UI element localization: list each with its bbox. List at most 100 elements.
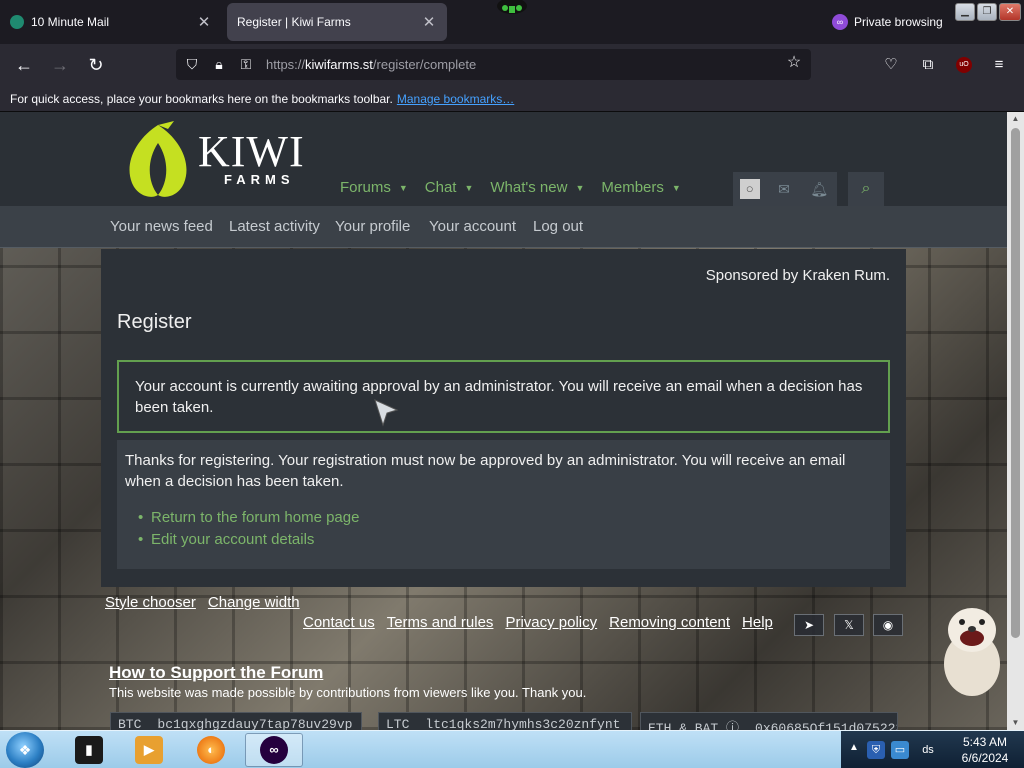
telegram-icon[interactable]: ➤ [794, 614, 824, 636]
nav-label: Members [601, 179, 664, 196]
subnav-your-profile[interactable]: Your profile [335, 218, 410, 235]
help-link[interactable]: Help [742, 614, 773, 631]
window-controls: ▁ ❐ ✕ [955, 3, 1021, 21]
footer-links: Contact us Terms and rules Privacy policy R… [303, 614, 785, 631]
monitor-icon[interactable]: ▭ [891, 741, 909, 759]
ltc-address[interactable]: LTC ltc1qks2m7hymhs3c20znfynt [378, 712, 632, 730]
main-content: Sponsored by Kraken Rum. Register Your a… [101, 249, 906, 587]
start-button[interactable]: ❖ [6, 732, 44, 768]
bell-icon[interactable]: 🔔︎ [808, 178, 830, 200]
manage-bookmarks-link[interactable]: Manage bookmarks… [397, 92, 514, 106]
url-domain: kiwifarms.st [305, 57, 373, 72]
registration-message: Thanks for registering. Your registratio… [125, 452, 846, 490]
privacy-link[interactable]: Privacy policy [505, 614, 597, 631]
clock-time: 5:43 AM [962, 735, 1008, 749]
taskbar-media-player-app[interactable]: ▶ [120, 733, 178, 767]
address-bar[interactable]: ⛉ 🔒︎ ⚿ https://kiwifarms.st/register/com… [176, 49, 811, 80]
system-clock[interactable]: 5:43 AM 6/6/2024 [946, 734, 1024, 766]
nav-forums[interactable]: Forums ▼ [340, 179, 408, 196]
ublock-origin-icon[interactable]: uO [956, 57, 972, 73]
site-header: KIWI FARMS Forums ▼ Chat ▼ What's new ▼ Mem… [0, 112, 1007, 206]
bookmarks-hint: For quick access, place your bookmarks h… [10, 92, 393, 106]
search-icon[interactable]: ⌕ [848, 172, 884, 206]
extensions-puzzle-icon[interactable]: ⧉ [917, 54, 939, 76]
envelope-icon[interactable]: ✉ [773, 178, 795, 200]
close-window-button[interactable]: ✕ [999, 3, 1021, 21]
next-steps-list: Return to the forum home page Edit your … [125, 507, 882, 550]
chevron-down-icon[interactable]: ▼ [575, 183, 584, 193]
crypto-address: bc1qxghgzdauy7tap78uv29vp [157, 717, 353, 730]
url-path: /register/complete [372, 57, 477, 72]
crypto-label: ETH & BAT ⓘ [648, 721, 740, 730]
subnav-latest-activity[interactable]: Latest activity [229, 218, 320, 235]
tab-title: 10 Minute Mail [31, 15, 110, 29]
registration-message-block: Thanks for registering. Your registratio… [117, 440, 890, 569]
key-icon[interactable]: ⚿ [237, 55, 255, 73]
scrollbar-thumb[interactable] [1011, 128, 1020, 638]
subnav-your-account[interactable]: Your account [429, 218, 516, 235]
taskbar-firefox-app[interactable]: ◐ [182, 733, 240, 767]
account-icons: ○ ✉ 🔔︎ [733, 172, 837, 206]
page-scrollbar[interactable]: ▲ ▼ [1007, 112, 1024, 730]
avatar-icon[interactable]: ○ [739, 179, 760, 199]
chevron-down-icon[interactable]: ▼ [672, 183, 681, 193]
windows-taskbar: ❖ ▮ ▶ ◐ ∞ ▲ ⛨ ▭ ds 5:43 AM 6/6/2024 [0, 730, 1024, 768]
return-home-link[interactable]: Return to the forum home page [138, 507, 882, 528]
tab-register-kiwi-farms[interactable]: Register | Kiwi Farms ✕ [227, 3, 447, 41]
tab-title: Register | Kiwi Farms [237, 15, 351, 29]
shield-icon[interactable]: ⛨ [867, 741, 885, 759]
taskbar-firefox-private-app[interactable]: ∞ [245, 733, 303, 767]
close-tab-icon[interactable]: ✕ [196, 13, 212, 31]
support-title[interactable]: How to Support the Forum [109, 663, 323, 683]
logo-wordmark[interactable]: KIWI [198, 130, 305, 174]
nav-members[interactable]: Members ▼ [601, 179, 680, 196]
contact-us-link[interactable]: Contact us [303, 614, 375, 631]
scroll-down-icon[interactable]: ▼ [1007, 716, 1024, 730]
kiwi-logo-icon[interactable] [122, 121, 194, 199]
lock-icon[interactable]: 🔒︎ [210, 55, 228, 73]
chevron-down-icon[interactable]: ▼ [464, 183, 473, 193]
scroll-up-icon[interactable]: ▲ [1007, 112, 1024, 126]
taskbar-terminal-app[interactable]: ▮ [60, 733, 118, 767]
nav-label: Forums [340, 179, 391, 196]
nav-whats-new[interactable]: What's new ▼ [490, 179, 584, 196]
tracking-shield-icon[interactable]: ⛉ [183, 55, 201, 73]
sponsor-text[interactable]: Sponsored by Kraken Rum. [706, 267, 890, 284]
10-minute-mail-favicon-icon [10, 15, 24, 29]
restore-window-button[interactable]: ❐ [977, 3, 997, 21]
tab-10-minute-mail[interactable]: 10 Minute Mail ✕ [0, 3, 222, 41]
private-browsing-label: Private browsing [854, 15, 943, 29]
minimize-window-button[interactable]: ▁ [955, 3, 975, 21]
page-viewport: KIWI FARMS Forums ▼ Chat ▼ What's new ▼ Mem… [0, 112, 1007, 730]
show-hidden-icons-icon[interactable]: ▲ [849, 742, 859, 753]
back-arrow-icon[interactable]: ← [12, 53, 36, 77]
bookmark-star-icon[interactable]: ☆ [785, 54, 803, 72]
mouse-cursor-icon [374, 399, 399, 427]
chevron-down-icon[interactable]: ▼ [399, 183, 408, 193]
style-chooser-link[interactable]: Style chooser [105, 594, 196, 611]
url-text: https://kiwifarms.st/register/complete [266, 57, 476, 72]
forward-arrow-icon[interactable]: → [48, 53, 72, 77]
crypto-address: ltc1qks2m7hymhs3c20znfynt [425, 717, 621, 730]
rss-icon[interactable]: ◉ [873, 614, 903, 636]
btc-address[interactable]: BTC bc1qxghgzdauy7tap78uv29vp [110, 712, 362, 730]
private-browsing-indicator: ∞ Private browsing [832, 14, 943, 30]
x-icon[interactable]: 𝕏 [834, 614, 864, 636]
change-width-link[interactable]: Change width [208, 594, 300, 611]
clock-date: 6/6/2024 [961, 751, 1009, 765]
close-tab-icon[interactable]: ✕ [421, 13, 437, 31]
subnav-log-out[interactable]: Log out [533, 218, 583, 235]
menu-hamburger-icon[interactable]: ≡ [988, 54, 1010, 76]
crypto-label: LTC [386, 717, 410, 730]
terms-link[interactable]: Terms and rules [387, 614, 494, 631]
browser-tab-bar: 10 Minute Mail ✕ Register | Kiwi Farms ✕… [0, 0, 1024, 44]
subnav-news-feed[interactable]: Your news feed [110, 218, 213, 235]
tray-text[interactable]: ds [917, 741, 939, 759]
nav-chat[interactable]: Chat ▼ [425, 179, 474, 196]
edit-account-link[interactable]: Edit your account details [138, 529, 882, 550]
removing-content-link[interactable]: Removing content [609, 614, 730, 631]
reload-icon[interactable]: ↻ [84, 53, 108, 77]
main-navigation: Forums ▼ Chat ▼ What's new ▼ Members ▼ [340, 179, 681, 196]
pocket-icon[interactable]: ♡ [880, 54, 902, 76]
eth-bat-address[interactable]: ETH & BAT ⓘ 0x60685Of151d075223 [640, 712, 898, 730]
